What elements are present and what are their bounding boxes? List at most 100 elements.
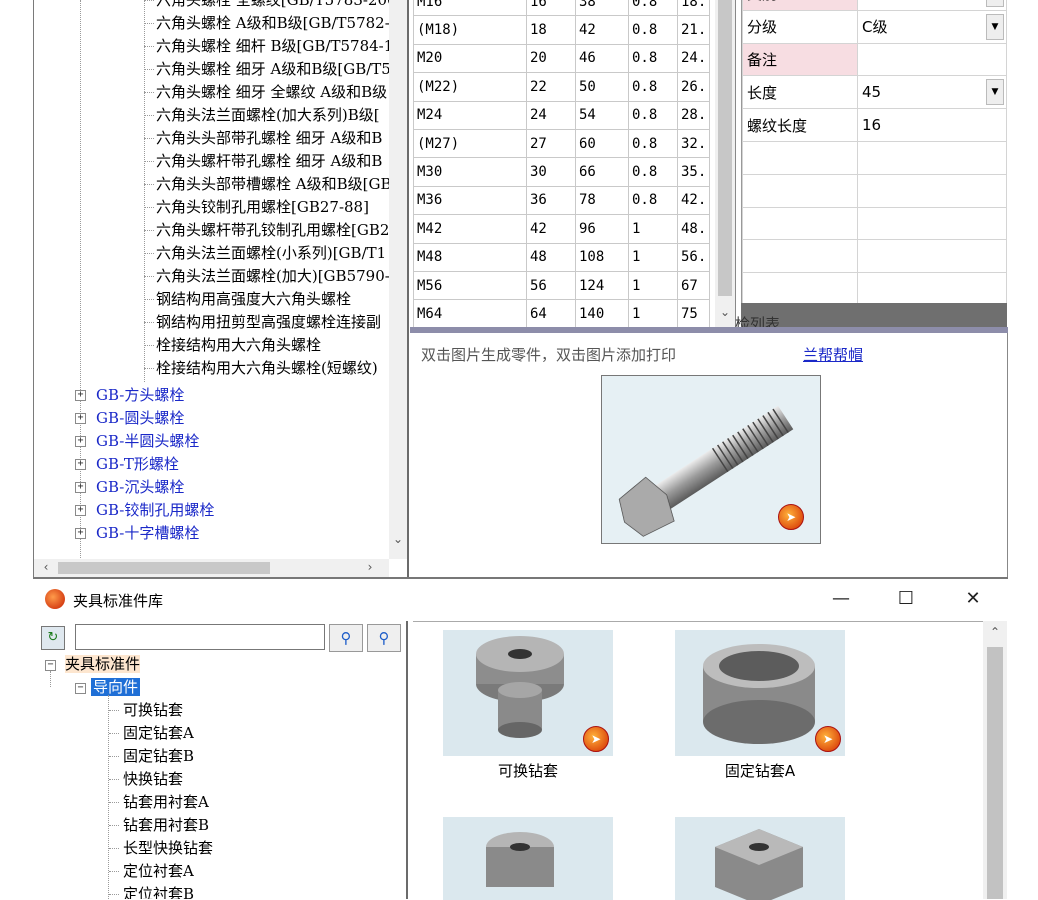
- table-cell[interactable]: 20: [526, 43, 576, 74]
- tree-group[interactable]: GB-T形螺栓: [96, 453, 179, 476]
- table-cell[interactable]: M64: [413, 299, 527, 327]
- property-value[interactable]: [857, 42, 1007, 77]
- table-cell[interactable]: 28.: [676, 100, 711, 130]
- tree-item[interactable]: 钻套用衬套A: [123, 791, 209, 814]
- dropdown-arrow-icon[interactable]: ▼: [986, 13, 1004, 40]
- table-cell[interactable]: 30: [526, 157, 576, 187]
- scroll-thumb[interactable]: [58, 562, 270, 574]
- table-row[interactable]: M48 48 108 1 56.: [413, 242, 711, 272]
- table-cell[interactable]: 21.: [676, 15, 711, 45]
- table-cell[interactable]: M36: [413, 185, 527, 216]
- tree-group[interactable]: GB-圆头螺栓: [96, 407, 184, 430]
- tree-item[interactable]: 定位衬套B: [123, 883, 194, 899]
- tree-item[interactable]: 六角头法兰面螺栓(加大)[GB5790-: [156, 265, 389, 288]
- table-cell[interactable]: 64: [526, 299, 576, 327]
- bolt-category-tree[interactable]: 六角头螺栓 全螺纹[GB/T5783-2000 六角头螺栓 A级和B级[GB/T5…: [33, 0, 409, 577]
- expand-icon[interactable]: +: [75, 413, 86, 424]
- tree-group[interactable]: GB-沉头螺栓: [96, 476, 184, 499]
- expand-icon[interactable]: +: [75, 459, 86, 470]
- tree-item[interactable]: 六角头螺栓 细牙 全螺纹 A级和B级: [156, 81, 387, 104]
- table-cell[interactable]: 1: [628, 270, 678, 301]
- table-cell[interactable]: M42: [413, 214, 527, 244]
- expand-icon[interactable]: +: [75, 505, 86, 516]
- property-row[interactable]: 类别 ▼: [742, 0, 1007, 11]
- table-row[interactable]: (M27) 27 60 0.8 32.: [413, 128, 711, 159]
- property-value[interactable]: C级 ▼: [857, 9, 1007, 44]
- fixture-tree[interactable]: − 夹具标准件 − 导向件 可换钻套 固定钻套A 固定钻套B 快换钻套 钻套用衬套A 钻套…: [33, 653, 408, 899]
- table-cell[interactable]: M24: [413, 100, 527, 130]
- part-preview-pane[interactable]: 双击图片生成零件，双击图片添加打印 兰帮帮帽 ➤: [413, 333, 1008, 577]
- property-row[interactable]: 备注: [742, 42, 1007, 77]
- tree-item[interactable]: 定位衬套A: [123, 860, 194, 883]
- property-row[interactable]: 螺纹长度 16: [742, 108, 1007, 142]
- tree-item[interactable]: 六角头螺栓 细牙 A级和B级[GB/T5: [156, 58, 389, 81]
- part-thumbnail[interactable]: [443, 817, 613, 900]
- table-cell[interactable]: 0.8: [628, 185, 678, 216]
- table-cell[interactable]: 42.: [676, 185, 711, 216]
- bolt-size-table[interactable]: M16 16 38 0.8 18. (M18) 18 42 0.8 21. M20 20 46 0.8 24…: [413, 0, 736, 327]
- property-grid[interactable]: 类别▼分级C级▼备注长度45▼螺纹长度16: [741, 0, 1008, 327]
- preview-link[interactable]: 兰帮帮帽: [803, 344, 863, 365]
- collapse-icon[interactable]: −: [75, 683, 86, 694]
- window-title-bar[interactable]: 夹具标准件库 — ☐ ✕: [33, 579, 1008, 621]
- table-cell[interactable]: 0.8: [628, 100, 678, 130]
- table-cell[interactable]: 42: [526, 214, 576, 244]
- table-row[interactable]: M64 64 140 1 75: [413, 299, 711, 327]
- tree-item[interactable]: 六角头头部带槽螺栓 A级和B级[GB: [156, 173, 389, 196]
- table-cell[interactable]: 96: [575, 214, 629, 244]
- table-cell[interactable]: 18.: [676, 0, 711, 17]
- part-thumbnail[interactable]: ➤: [675, 630, 845, 756]
- property-value[interactable]: ▼: [857, 0, 1007, 11]
- table-cell[interactable]: 56.: [676, 242, 711, 272]
- tree-node-selected[interactable]: 导向件: [91, 676, 141, 699]
- bolt-preview-image[interactable]: ➤: [601, 375, 821, 544]
- table-cell[interactable]: M30: [413, 157, 527, 187]
- scroll-left-icon[interactable]: ‹: [38, 560, 54, 576]
- tree-item[interactable]: 六角头头部带孔螺栓 细牙 A级和B: [156, 127, 382, 150]
- search-next-icon[interactable]: ⚲: [367, 624, 401, 652]
- table-row[interactable]: M30 30 66 0.8 35.: [413, 157, 711, 187]
- table-cell[interactable]: 36: [526, 185, 576, 216]
- table-cell[interactable]: 0.8: [628, 128, 678, 159]
- table-cell[interactable]: 38: [575, 0, 629, 17]
- tree-item[interactable]: 六角头螺栓 细杆 B级[GB/T5784-1: [156, 35, 389, 58]
- part-thumbnail-grid[interactable]: ➤ 可换钻套 ➤ 固定钻套A: [413, 621, 1007, 900]
- tree-item[interactable]: 钻套用衬套B: [123, 814, 209, 837]
- table-cell[interactable]: 24: [526, 100, 576, 130]
- tree-item[interactable]: 钢结构用扭剪型高强度螺栓连接副: [156, 311, 381, 334]
- table-cell[interactable]: (M27): [413, 128, 527, 159]
- expand-icon[interactable]: +: [75, 390, 86, 401]
- scroll-right-icon[interactable]: ›: [362, 560, 378, 576]
- table-cell[interactable]: M16: [413, 0, 527, 17]
- table-cell[interactable]: 1: [628, 299, 678, 327]
- table-cell[interactable]: 66: [575, 157, 629, 187]
- expand-icon[interactable]: +: [75, 482, 86, 493]
- property-row[interactable]: 分级 C级 ▼: [742, 9, 1007, 44]
- table-cell[interactable]: 50: [575, 72, 629, 102]
- table-row[interactable]: M36 36 78 0.8 42.: [413, 185, 711, 216]
- expand-icon[interactable]: +: [75, 436, 86, 447]
- table-cell[interactable]: 124: [575, 270, 629, 301]
- tree-item[interactable]: 六角头法兰面螺栓(小系列)[GB/T1: [156, 242, 386, 265]
- table-cell[interactable]: 18: [526, 15, 576, 45]
- scroll-thumb[interactable]: [718, 0, 732, 296]
- table-cell[interactable]: 0.8: [628, 15, 678, 45]
- scroll-down-icon[interactable]: ⌄: [715, 305, 735, 323]
- minimize-button[interactable]: —: [826, 587, 856, 611]
- tree-vertical-scrollbar[interactable]: ⌄: [389, 0, 407, 559]
- tree-item[interactable]: 六角头螺杆带孔铰制孔用螺栓[GB2: [156, 219, 389, 242]
- table-cell[interactable]: 48: [526, 242, 576, 272]
- table-row[interactable]: M20 20 46 0.8 24.: [413, 43, 711, 74]
- table-row[interactable]: M56 56 124 1 67: [413, 270, 711, 301]
- table-cell[interactable]: 56: [526, 270, 576, 301]
- table-cell[interactable]: (M22): [413, 72, 527, 102]
- table-cell[interactable]: 0.8: [628, 72, 678, 102]
- tree-item[interactable]: 六角头螺杆带孔螺栓 细牙 A级和B: [156, 150, 382, 173]
- tree-group[interactable]: GB-方头螺栓: [96, 384, 184, 407]
- table-row[interactable]: (M18) 18 42 0.8 21.: [413, 15, 711, 45]
- search-input[interactable]: [75, 624, 325, 650]
- tree-root[interactable]: 夹具标准件: [65, 653, 141, 676]
- table-cell[interactable]: 60: [575, 128, 629, 159]
- tree-item[interactable]: 固定钻套A: [123, 722, 194, 745]
- table-cell[interactable]: 1: [628, 242, 678, 272]
